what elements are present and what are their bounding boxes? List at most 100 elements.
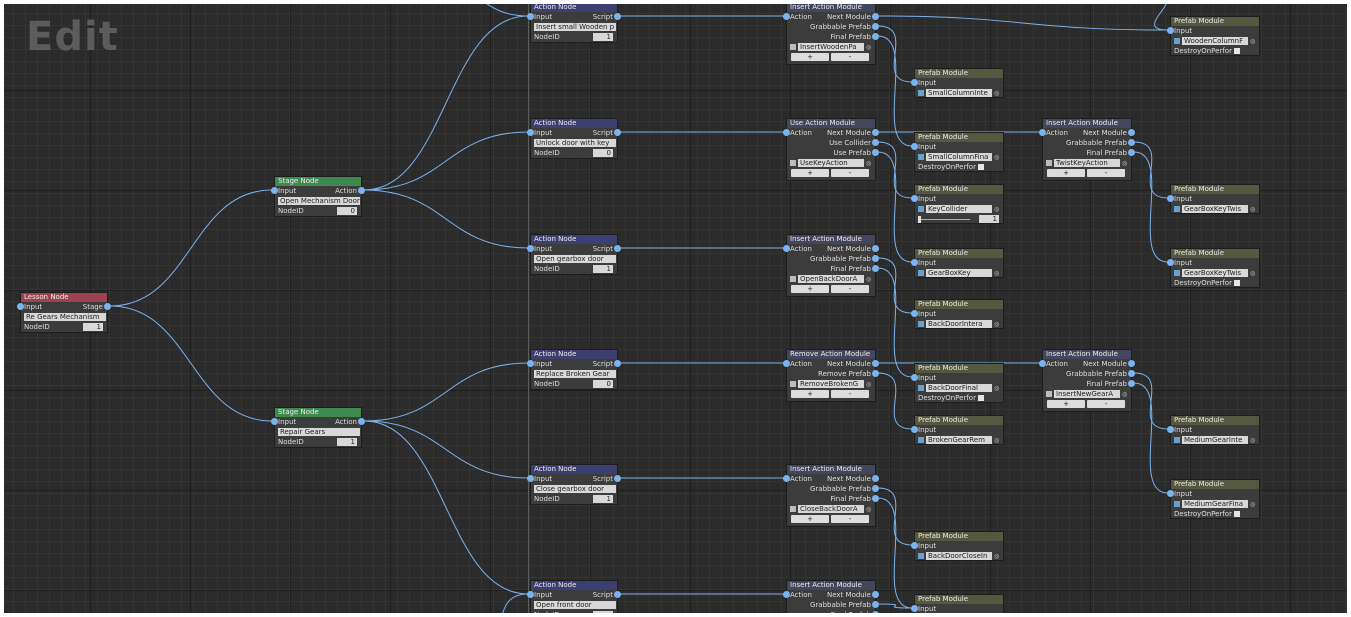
- module-output-port[interactable]: [872, 149, 879, 156]
- module-script-field[interactable]: UseKeyAction: [798, 159, 864, 167]
- input-port[interactable]: [527, 245, 534, 252]
- module-script-field[interactable]: RemoveBrokenG: [798, 380, 864, 388]
- node-id-field[interactable]: 1: [593, 495, 613, 503]
- script-port[interactable]: [614, 13, 621, 20]
- target-picker-icon[interactable]: ◎: [1122, 160, 1127, 167]
- action-module[interactable]: Insert Action Module Action Next Module Gra…: [783, 234, 879, 297]
- prefab-object-field[interactable]: BrokenGearRem: [926, 436, 992, 444]
- module-output-port[interactable]: [1128, 360, 1135, 367]
- destroy-on-perform-checkbox[interactable]: [977, 395, 984, 401]
- module-output-port[interactable]: [1128, 149, 1135, 156]
- action-module[interactable]: Insert Action Module Action Next Module Gra…: [1039, 349, 1135, 412]
- action-module[interactable]: Insert Action Module Action Next Module Gra…: [783, 580, 879, 613]
- prefab-object-field[interactable]: SmallColumnFina: [926, 153, 992, 161]
- input-port[interactable]: [527, 475, 534, 482]
- value-slider[interactable]: [918, 215, 970, 223]
- prefab-object-field[interactable]: GearBoxKeyTwis: [1182, 269, 1248, 277]
- prefab-input-port[interactable]: [1167, 27, 1174, 34]
- input-port[interactable]: [527, 591, 534, 598]
- prefab-object-field[interactable]: WoodenColumnF: [1182, 37, 1248, 45]
- input-port[interactable]: [527, 360, 534, 367]
- action-input-port[interactable]: [783, 13, 790, 20]
- add-module-button[interactable]: +: [791, 285, 829, 293]
- node-id-field[interactable]: 0: [337, 207, 357, 215]
- module-output-port[interactable]: [1128, 139, 1135, 146]
- prefab-module[interactable]: Prefab Module Input GearBoxKey ◎: [911, 248, 1004, 278]
- stage-name-field[interactable]: Repair Gears: [278, 428, 360, 436]
- object-picker-icon[interactable]: ◎: [1250, 270, 1255, 277]
- node-graph-canvas[interactable]: Edit Lesson Node Input Stage Re Gears Mecha…: [4, 4, 1347, 613]
- module-script-field[interactable]: TwistKeyAction: [1054, 159, 1120, 167]
- module-output-port[interactable]: [872, 245, 879, 252]
- prefab-input-port[interactable]: [911, 605, 918, 612]
- module-script-field[interactable]: InsertNewGearA: [1054, 390, 1120, 398]
- module-output-port[interactable]: [872, 475, 879, 482]
- module-output-port[interactable]: [872, 495, 879, 502]
- target-picker-icon[interactable]: ◎: [866, 160, 871, 167]
- prefab-module[interactable]: Prefab Module Input BrokenGearRem ◎: [911, 415, 1004, 445]
- prefab-module[interactable]: Prefab Module Input KeyCollider ◎ 1: [911, 184, 1004, 224]
- target-picker-icon[interactable]: ◎: [866, 381, 871, 388]
- stage-node[interactable]: Stage Node Input Action Open Mechanism Door…: [271, 176, 365, 217]
- module-output-port[interactable]: [872, 129, 879, 136]
- add-module-button[interactable]: +: [1047, 169, 1085, 177]
- action-module[interactable]: Insert Action Module Action Next Module Gra…: [783, 464, 879, 527]
- target-picker-icon[interactable]: ◎: [866, 44, 871, 51]
- action-module[interactable]: Insert Action Module Action Next Module Gra…: [783, 4, 879, 65]
- node-id-field[interactable]: 0: [593, 149, 613, 157]
- action-name-field[interactable]: Replace Broken Gear: [534, 370, 616, 378]
- prefab-object-field[interactable]: BackDoorFinal: [926, 384, 992, 392]
- prefab-input-port[interactable]: [1167, 259, 1174, 266]
- module-output-port[interactable]: [872, 601, 879, 608]
- object-picker-icon[interactable]: ◎: [994, 385, 999, 392]
- object-picker-icon[interactable]: ◎: [994, 437, 999, 444]
- node-id-field[interactable]: 0: [593, 380, 613, 388]
- lesson-node[interactable]: Lesson Node Input Stage Re Gears Mechanism N…: [17, 292, 111, 333]
- prefab-module[interactable]: Prefab Module Input BackDoorFinal ◎ DestroyO…: [911, 363, 1004, 403]
- target-picker-icon[interactable]: ◎: [866, 506, 871, 513]
- action-node[interactable]: Action NodeInput Script Open front door Nod…: [527, 580, 621, 613]
- action-node[interactable]: Action Node Input Script Open gearbox door N…: [527, 234, 621, 275]
- module-script-field[interactable]: CloseBackDoorA: [798, 505, 864, 513]
- object-picker-icon[interactable]: ◎: [1250, 501, 1255, 508]
- action-module[interactable]: Remove Action Module Action Next Module Rem…: [783, 349, 879, 402]
- object-picker-icon[interactable]: ◎: [994, 154, 999, 161]
- lesson-name-field[interactable]: Re Gears Mechanism: [24, 313, 106, 321]
- output-port[interactable]: [358, 187, 365, 194]
- action-node[interactable]: Action Node Input Script Replace Broken Gea…: [527, 349, 621, 390]
- object-picker-icon[interactable]: ◎: [994, 553, 999, 560]
- prefab-object-field[interactable]: GearBoxKeyTwis: [1182, 205, 1248, 213]
- prefab-object-field[interactable]: MediumGearInte: [1182, 436, 1248, 444]
- prefab-input-port[interactable]: [911, 374, 918, 381]
- remove-module-button[interactable]: -: [831, 390, 869, 398]
- action-input-port[interactable]: [1039, 360, 1046, 367]
- script-port[interactable]: [614, 245, 621, 252]
- prefab-input-port[interactable]: [1167, 490, 1174, 497]
- action-input-port[interactable]: [783, 591, 790, 598]
- prefab-module[interactable]: Prefab Module Input GearBoxKeyTwis ◎: [1167, 184, 1260, 214]
- module-output-port[interactable]: [872, 13, 879, 20]
- prefab-module[interactable]: Prefab Module Input MediumGearInte ◎: [1167, 415, 1260, 445]
- input-port[interactable]: [527, 13, 534, 20]
- prefab-module[interactable]: Prefab Module Input SmallColumnFina ◎ Destro…: [911, 132, 1004, 172]
- output-port[interactable]: [104, 303, 111, 310]
- prefab-input-port[interactable]: [911, 426, 918, 433]
- module-output-port[interactable]: [872, 360, 879, 367]
- action-node[interactable]: Action Node Input Script Insert small Woode…: [527, 4, 621, 43]
- prefab-module[interactable]: Prefab Module Input BackDoorIntera ◎: [911, 299, 1004, 329]
- script-port[interactable]: [614, 129, 621, 136]
- target-picker-icon[interactable]: ◎: [1122, 391, 1127, 398]
- node-id-field[interactable]: 1: [593, 265, 613, 273]
- module-output-port[interactable]: [872, 591, 879, 598]
- action-name-field[interactable]: Open gearbox door: [534, 255, 616, 263]
- node-id-field[interactable]: 1: [83, 323, 103, 331]
- add-module-button[interactable]: +: [1047, 400, 1085, 408]
- remove-module-button[interactable]: -: [1087, 169, 1125, 177]
- target-picker-icon[interactable]: ◎: [866, 276, 871, 283]
- input-port[interactable]: [527, 129, 534, 136]
- slider-value-field[interactable]: 1: [979, 215, 999, 223]
- action-input-port[interactable]: [1039, 129, 1046, 136]
- remove-module-button[interactable]: -: [1087, 400, 1125, 408]
- prefab-object-field[interactable]: GearBoxKey: [926, 269, 992, 277]
- action-name-field[interactable]: Close gearbox door: [534, 485, 616, 493]
